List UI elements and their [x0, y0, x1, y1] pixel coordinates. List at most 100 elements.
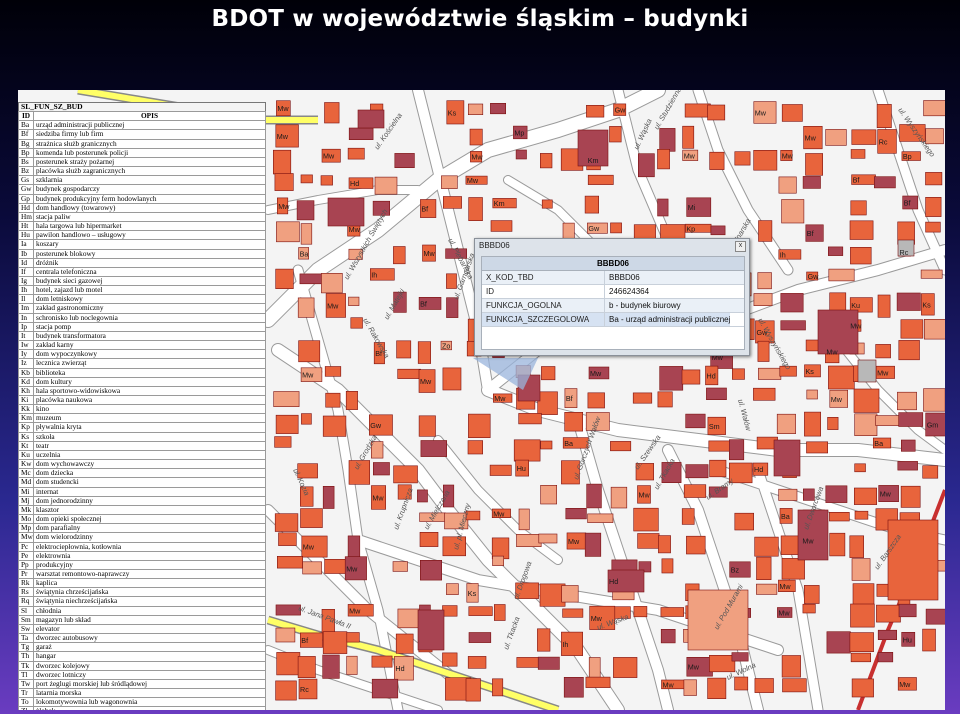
legend-row: Zlżłobek: [18, 706, 266, 710]
legend-code: Pp: [18, 559, 34, 570]
legend-code: Mj: [18, 495, 34, 506]
legend-code: Mw: [18, 532, 34, 543]
building-label: Mw: [493, 509, 505, 518]
building: [758, 220, 773, 242]
building: [637, 153, 655, 178]
building: [877, 651, 894, 663]
legend-row: Mi internat: [18, 486, 266, 497]
popup-field-name: FUNKCJA_SZCZEGOLOWA: [482, 313, 605, 326]
legend-code: Id: [18, 257, 34, 268]
legend-description: placówka służb zagranicznych: [33, 166, 266, 177]
legend-description: port żeglugi morskiej lub śródlądowej: [33, 678, 266, 690]
building: [773, 439, 801, 477]
popup-row[interactable]: X_KOD_TBD BBBD06: [482, 271, 744, 285]
legend-row: Hd dom handlowy (towarowy): [18, 202, 266, 213]
building: [322, 631, 348, 654]
building-label: Mw: [346, 564, 358, 573]
building: [585, 676, 611, 688]
legend-description: dróżnik: [33, 257, 266, 268]
building: [296, 200, 315, 221]
building: [925, 172, 943, 186]
legend-description: kino: [33, 404, 266, 415]
building-label: Hd: [707, 371, 716, 380]
building: [345, 390, 358, 410]
legend-row: Kw dom wychowawczy: [18, 459, 266, 470]
building-label: Ba: [300, 249, 309, 258]
building: [684, 103, 711, 118]
building: [756, 556, 772, 581]
building-label: Rc: [300, 685, 309, 694]
legend-row: Ta dworzec autobusowy: [18, 633, 266, 644]
building: [541, 199, 553, 209]
legend-description: hangar: [33, 651, 266, 662]
legend-description: szkoła: [33, 431, 266, 442]
building: [299, 273, 325, 285]
close-icon[interactable]: x: [735, 241, 746, 252]
building-label: Gm: [927, 421, 939, 430]
building-label: Ih: [371, 270, 377, 279]
building: [297, 656, 316, 679]
popup-window-title: BBBD06: [479, 241, 510, 250]
building-label: Bf: [904, 199, 911, 208]
building: [660, 607, 685, 617]
building: [321, 273, 343, 294]
building-label: Mw: [880, 490, 892, 499]
legend-code: Ip: [18, 321, 34, 332]
legend-code: If: [18, 266, 34, 277]
legend-code: Mi: [18, 486, 34, 497]
legend-code: Hm: [18, 211, 34, 223]
building: [757, 272, 772, 290]
building: [781, 199, 805, 224]
building: [898, 340, 920, 361]
building: [562, 608, 584, 618]
building: [731, 652, 749, 662]
building: [537, 628, 551, 652]
building: [350, 317, 363, 329]
legend-description: dom dziecka: [33, 468, 266, 479]
building: [875, 344, 891, 359]
building: [853, 487, 877, 505]
building: [806, 441, 829, 454]
popup-row[interactable]: FUNKCJA_SZCZEGOLOWA Ba - urząd administra…: [482, 313, 744, 327]
building-label: Mw: [684, 151, 696, 160]
map-view[interactable]: Ks Mw Mp Rc Mw Mw Bp Mw Mw Km Bf Gw Bf Mw Mw Rc Mw Gw Bf Mw…: [18, 90, 945, 710]
building: [278, 532, 297, 546]
building: [778, 488, 798, 501]
building: [584, 532, 602, 557]
legend-row: Kt teatr: [18, 440, 266, 451]
building: [802, 603, 816, 614]
building: [682, 125, 695, 149]
popup-row[interactable]: FUNKCJA_OGOLNA b - budynek biurowy: [482, 299, 744, 313]
building: [586, 483, 602, 509]
legend-code: Rk: [18, 578, 34, 589]
legend-code: Ta: [18, 633, 34, 644]
legend-description: garaż: [33, 642, 266, 653]
building: [660, 628, 676, 644]
building: [851, 678, 874, 698]
building-label: Bf: [807, 229, 814, 238]
building: [778, 176, 797, 194]
building: [588, 657, 601, 680]
legend-row: Kd dom kultury: [18, 376, 266, 387]
building: [417, 341, 432, 364]
building: [829, 511, 850, 522]
legend-code: Ks: [18, 431, 34, 442]
building: [276, 221, 300, 243]
popup-field-value: b - budynek biurowy: [609, 301, 681, 310]
building: [853, 388, 880, 413]
identify-popup[interactable]: BBBD06 x BBBD06 X_KOD_TBD BBBD06 ID 2466243…: [474, 238, 750, 356]
popup-field-name: X_KOD_TBD: [482, 271, 605, 284]
building: [854, 463, 866, 473]
legend-code: Pr: [18, 568, 34, 580]
building: [372, 462, 390, 476]
popup-row[interactable]: ID 246624364: [482, 285, 744, 299]
legend-code: Pc: [18, 541, 34, 552]
legend-description: dworzec kolejowy: [33, 660, 266, 671]
building: [613, 657, 638, 678]
building: [467, 440, 483, 455]
building: [734, 151, 751, 166]
building: [516, 657, 542, 668]
building: [468, 606, 493, 616]
building: [467, 656, 487, 669]
legend-description: szklarnia: [33, 175, 266, 186]
